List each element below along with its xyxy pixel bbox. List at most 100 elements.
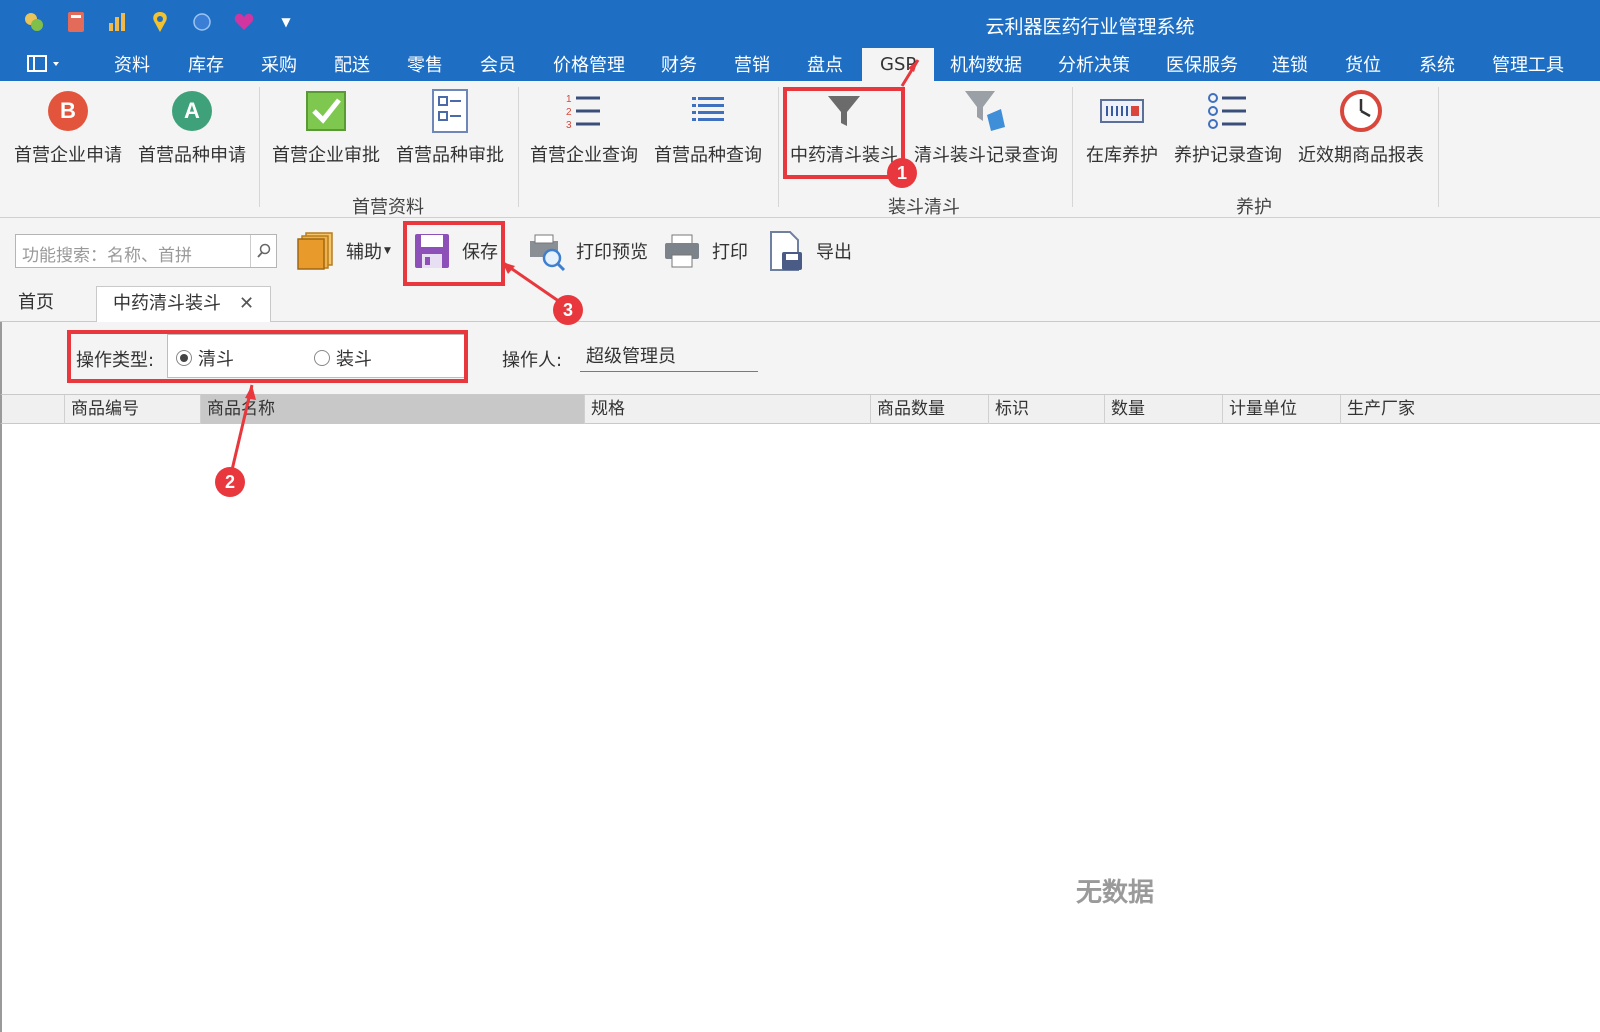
first-enterprise-approve-button[interactable]: 首营企业审批	[270, 87, 382, 187]
funnel-search-icon	[961, 87, 1009, 135]
svg-text:2: 2	[566, 107, 572, 118]
column-header-product-code[interactable]: 商品编号	[64, 395, 200, 424]
menu-item-chain[interactable]: 连锁	[1266, 53, 1314, 81]
row-indicator-header[interactable]	[2, 395, 64, 424]
first-variety-query-button[interactable]: 首营品种查询	[652, 87, 764, 187]
menu-item-location[interactable]: 货位	[1339, 53, 1387, 81]
ribbon-button-label: 首营企业申请	[14, 145, 122, 166]
function-search-input[interactable]: 功能搜索：名称、首拼	[15, 234, 277, 268]
window-title: 云利器医药行业管理系统	[985, 16, 1195, 38]
list-icon	[684, 87, 732, 135]
print-preview-button[interactable]: 打印预览	[526, 230, 648, 272]
toolbar: 功能搜索：名称、首拼 辅助 ▼ 保存 打印预览 打印 导出	[0, 218, 1600, 286]
ribbon-separator	[778, 87, 779, 207]
menu-item-analysis[interactable]: 分析决策	[1052, 53, 1136, 81]
tab-home[interactable]: 首页	[2, 286, 70, 322]
first-enterprise-apply-button[interactable]: B 首营企业申请	[12, 87, 124, 187]
annotation-badge-3: 3	[553, 295, 583, 325]
column-header-qty[interactable]: 数量	[1104, 395, 1222, 424]
ribbon-button-label: 首营品种审批	[396, 145, 504, 166]
menu-bar: 资料 库存 采购 配送 零售 会员 价格管理 财务 营销 盘点 GSP 机构数据…	[0, 48, 1600, 81]
ribbon-button-label: 首营品种查询	[654, 145, 762, 166]
menu-item-member[interactable]: 会员	[474, 53, 522, 81]
menu-item-marketing[interactable]: 营销	[728, 53, 776, 81]
app-menu-button[interactable]	[26, 54, 66, 76]
menu-item-tools[interactable]: 管理工具	[1486, 53, 1570, 81]
export-label: 导出	[816, 242, 852, 263]
first-enterprise-query-button[interactable]: 1 2 3 首营企业查询	[528, 87, 640, 187]
gauge-panel-icon	[1098, 87, 1146, 135]
numbered-list-icon: 1 2 3	[560, 87, 608, 135]
column-header-manufacturer[interactable]: 生产厂家	[1340, 395, 1600, 424]
export-file-icon	[766, 231, 806, 271]
print-preview-icon	[526, 231, 566, 271]
menu-item-org-data[interactable]: 机构数据	[944, 53, 1028, 81]
ribbon-separator	[518, 87, 519, 207]
print-label: 打印	[712, 242, 748, 263]
ribbon-button-label: 清斗装斗记录查询	[914, 145, 1058, 166]
ribbon-group-label: 装斗清斗	[888, 197, 960, 218]
close-icon[interactable]: ✕	[239, 293, 254, 314]
grid-body[interactable]: 无数据	[0, 424, 1600, 1032]
first-variety-apply-button[interactable]: A 首营品种申请	[136, 87, 248, 187]
checkbox-check-icon	[302, 87, 350, 135]
menu-item-delivery[interactable]: 配送	[328, 53, 376, 81]
ribbon-button-label: 近效期商品报表	[1298, 145, 1424, 166]
ribbon-button-label: 首营企业查询	[530, 145, 638, 166]
dropdown-arrow-icon: ▼	[384, 246, 391, 256]
grid-header: 商品编号 商品名称 规格 商品数量 标识 数量 计量单位 生产厂家	[0, 394, 1600, 424]
menu-item-medical-insurance[interactable]: 医保服务	[1160, 53, 1244, 81]
column-header-product-qty[interactable]: 商品数量	[870, 395, 988, 424]
menu-item-stocktake[interactable]: 盘点	[801, 53, 849, 81]
assist-label: 辅助	[346, 242, 382, 263]
tab-herb-clear-fill[interactable]: 中药清斗装斗 ✕	[96, 286, 272, 323]
column-header-spec[interactable]: 规格	[584, 395, 870, 424]
ribbon-separator	[1072, 87, 1073, 207]
menu-item-inventory[interactable]: 库存	[182, 53, 230, 81]
annotation-badge-2: 2	[215, 467, 245, 497]
column-header-product-name[interactable]: 商品名称	[200, 395, 584, 424]
menu-item-data[interactable]: 资料	[108, 53, 156, 81]
letter-b-icon: B	[48, 91, 88, 131]
clock-icon	[1337, 87, 1385, 135]
svg-text:3: 3	[566, 120, 572, 131]
menu-item-gsp[interactable]: GSP	[862, 48, 935, 81]
printer-icon	[662, 231, 702, 271]
export-button[interactable]: 导出	[766, 230, 852, 272]
menu-item-retail[interactable]: 零售	[401, 53, 449, 81]
search-icon[interactable]	[250, 235, 276, 267]
in-stock-maintenance-button[interactable]: 在库养护	[1084, 87, 1160, 187]
checklist-icon	[426, 87, 474, 135]
ribbon-group-label: 首营资料	[352, 197, 424, 218]
document-tabs: 首页 中药清斗装斗 ✕	[0, 286, 1600, 323]
highlight-box-1	[783, 87, 905, 179]
letter-a-icon: A	[172, 91, 212, 131]
first-variety-approve-button[interactable]: 首营品种审批	[394, 87, 506, 187]
ribbon-button-label: 首营企业审批	[272, 145, 380, 166]
operator-field[interactable]: 超级管理员	[580, 342, 758, 372]
highlight-box-2	[67, 330, 468, 383]
search-placeholder: 功能搜索：名称、首拼	[22, 246, 192, 266]
clear-fill-record-query-button[interactable]: 清斗装斗记录查询	[914, 87, 1058, 187]
print-preview-label: 打印预览	[576, 242, 648, 263]
column-header-unit[interactable]: 计量单位	[1222, 395, 1340, 424]
operator-label: 操作人:	[502, 350, 563, 371]
column-header-flag[interactable]: 标识	[988, 395, 1104, 424]
annotation-badge-1: 1	[887, 158, 917, 188]
empty-state-text: 无数据	[1076, 878, 1155, 908]
stacked-books-icon	[296, 231, 336, 271]
ribbon-separator	[259, 87, 260, 207]
ribbon-button-label: 首营品种申请	[138, 145, 246, 166]
assist-button[interactable]: 辅助 ▼	[296, 230, 391, 272]
highlight-box-3	[403, 221, 505, 286]
ribbon-button-label: 在库养护	[1086, 145, 1158, 166]
tab-label: 中药清斗装斗	[113, 293, 221, 314]
near-expiry-report-button[interactable]: 近效期商品报表	[1296, 87, 1426, 187]
maintenance-record-query-button[interactable]: 养护记录查询	[1172, 87, 1284, 187]
print-button[interactable]: 打印	[662, 230, 748, 272]
menu-item-price[interactable]: 价格管理	[547, 53, 631, 81]
menu-item-system[interactable]: 系统	[1413, 53, 1461, 81]
menu-item-finance[interactable]: 财务	[655, 53, 703, 81]
menu-item-purchase[interactable]: 采购	[255, 53, 303, 81]
ribbon-separator	[1438, 87, 1439, 207]
